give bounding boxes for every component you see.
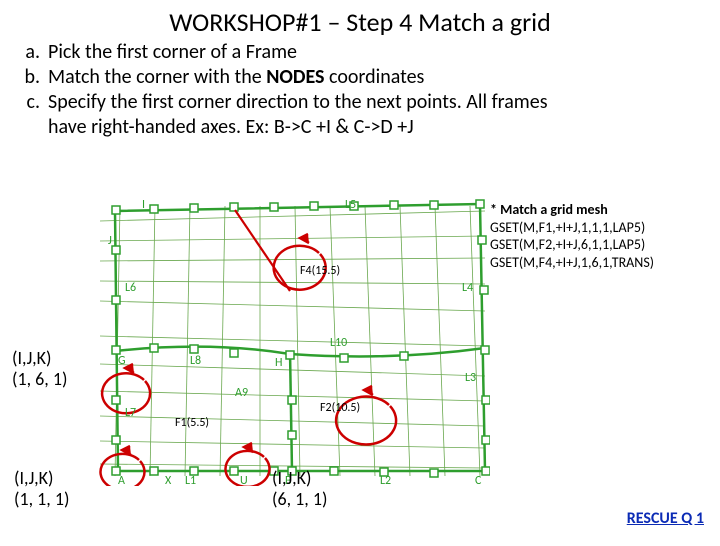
step-a-text: Pick the first corner of a Frame xyxy=(48,40,297,65)
svg-text:J: J xyxy=(108,234,112,248)
step-c-line1: Specify the first corner direction to th… xyxy=(48,90,548,115)
svg-text:L5: L5 xyxy=(345,198,356,212)
note-title: * Match a grid mesh xyxy=(490,201,654,219)
svg-text:U: U xyxy=(240,474,248,486)
svg-text:I: I xyxy=(142,198,145,212)
page-title: WORKSHOP#1 – Step 4 Match a grid xyxy=(0,6,720,38)
coord-2: (I,J,K)(1, 1, 1) xyxy=(14,468,69,509)
coord-1: (I,J,K)(1, 6, 1) xyxy=(12,348,67,389)
step-a-letter: a. xyxy=(14,40,48,65)
svg-text:L2: L2 xyxy=(380,474,391,486)
steps-list: a. Pick the first corner of a Frame b. M… xyxy=(14,40,720,140)
rescue-link[interactable]: RESCUE Q 1 xyxy=(627,509,704,528)
svg-text:X: X xyxy=(165,474,172,486)
svg-text:L6: L6 xyxy=(125,281,136,295)
step-b-letter: b. xyxy=(14,65,48,90)
svg-text:F1(5.5): F1(5.5) xyxy=(175,416,209,430)
note-block: * Match a grid mesh GSET(M,F1,+I+J,1,1,1… xyxy=(490,201,654,271)
svg-text:C: C xyxy=(475,474,482,486)
svg-text:F4(15.5): F4(15.5) xyxy=(300,264,340,278)
step-b-text: Match the corner with the NODES coordina… xyxy=(48,65,424,90)
note-line-1: GSET(M,F1,+I+J,1,1,1,LAP5) xyxy=(490,219,654,237)
svg-text:L3: L3 xyxy=(465,371,476,385)
svg-text:F2(10.5): F2(10.5) xyxy=(320,401,360,415)
note-line-2: GSET(M,F2,+I+J,6,1,1,LAP5) xyxy=(490,236,654,254)
svg-text:A: A xyxy=(118,474,125,486)
step-c-line2: have right-handed axes. Ex: B->C +I & C-… xyxy=(14,115,720,140)
coord-3: (I,J,K)(6, 1, 1) xyxy=(272,468,327,509)
svg-text:L7: L7 xyxy=(125,406,136,420)
step-c-letter: c. xyxy=(14,90,48,115)
svg-text:L1: L1 xyxy=(185,474,196,486)
svg-text:L4: L4 xyxy=(462,281,473,295)
note-line-3: GSET(M,F4,+I+J,1,6,1,TRANS) xyxy=(490,254,654,272)
svg-text:L8: L8 xyxy=(190,354,201,368)
svg-text:A9: A9 xyxy=(235,386,248,400)
svg-text:G: G xyxy=(118,354,126,368)
diagram: I J L5 L4 L6 F4(15.5) L10 L3 L8 G H L7 F… xyxy=(90,196,490,486)
svg-text:H: H xyxy=(275,356,282,370)
svg-text:L10: L10 xyxy=(330,336,347,350)
